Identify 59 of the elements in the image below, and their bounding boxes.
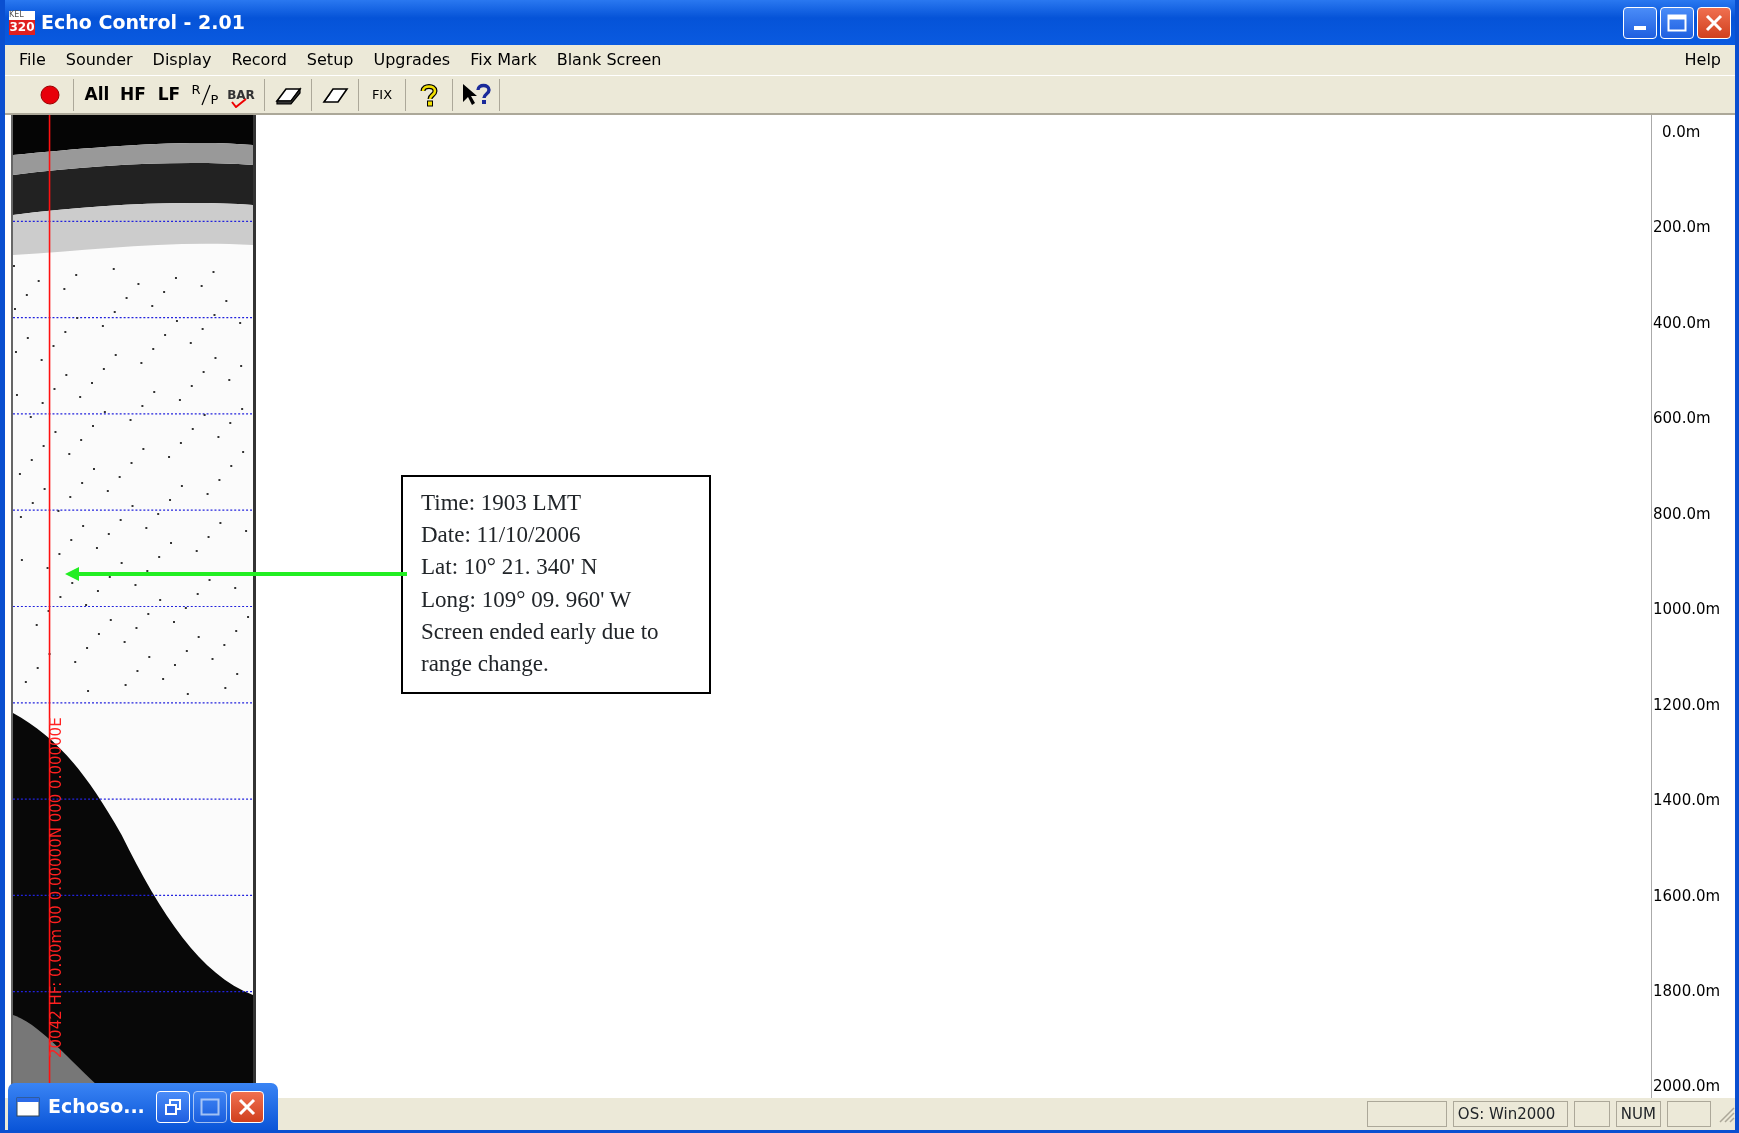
- status-panel: [1573, 1101, 1610, 1127]
- status-panel: [1667, 1101, 1711, 1127]
- minimize-icon: [1634, 25, 1646, 30]
- close-button[interactable]: [1697, 6, 1731, 39]
- maximize-button[interactable]: [192, 1090, 227, 1123]
- minimize-button[interactable]: [1623, 6, 1657, 39]
- window-icon: [16, 1096, 40, 1117]
- depth-label: 800.0m: [1652, 503, 1712, 525]
- depth-label: 1000.0m: [1652, 599, 1722, 621]
- minimized-window[interactable]: Echoso...: [8, 1083, 278, 1130]
- depth-label: 1200.0m: [1652, 694, 1722, 716]
- depth-label: 600.0m: [1652, 408, 1712, 430]
- annotation-line: Date: 11/10/2006: [421, 521, 582, 550]
- depth-label: 1800.0m: [1652, 980, 1722, 1002]
- check-icon: [231, 97, 247, 108]
- toolbar-button[interactable]: HF: [116, 78, 150, 111]
- maximize-icon: [1667, 13, 1687, 32]
- record-icon: [38, 82, 62, 107]
- maximize-icon: [199, 1097, 220, 1116]
- resize-grip-icon[interactable]: [1717, 1105, 1735, 1123]
- annotation-line: Lat: 10° 21. 340' N: [421, 553, 599, 582]
- close-icon: [1705, 13, 1723, 32]
- menu-item[interactable]: Fix Mark: [460, 48, 547, 72]
- annotation-note: Screen ended early due to range change.: [421, 617, 660, 678]
- close-button[interactable]: [229, 1090, 264, 1123]
- restore-icon: [163, 1097, 182, 1116]
- depth-label: 200.0m: [1652, 217, 1712, 239]
- depth-label: 1600.0m: [1652, 885, 1722, 907]
- status-panel: NUM: [1615, 1101, 1661, 1127]
- menu-item[interactable]: Setup: [296, 48, 364, 72]
- window-title: Echoso...: [48, 1094, 145, 1120]
- toolbar-button[interactable]: FIX: [365, 78, 399, 111]
- toolbar-button[interactable]: All: [80, 78, 114, 111]
- annotation-line: Time: 1903 LMT: [421, 489, 583, 517]
- context-help-icon: [461, 81, 491, 108]
- menu-item[interactable]: File: [9, 48, 56, 72]
- restore-button[interactable]: [155, 1090, 190, 1123]
- depth-label: 0.0m: [1661, 122, 1702, 143]
- menu-item[interactable]: Help: [1674, 48, 1731, 72]
- maximize-button[interactable]: [1660, 6, 1694, 39]
- menu-item[interactable]: Sounder: [55, 48, 143, 72]
- menu-item[interactable]: Upgrades: [363, 48, 461, 72]
- menu-item[interactable]: Record: [221, 48, 297, 72]
- slash-icon: [200, 82, 211, 107]
- window-title: Echo Control - 2.01: [41, 10, 245, 36]
- status-panel: OS: Win2000: [1452, 1101, 1568, 1127]
- toolbar-button[interactable]: BAR: [224, 78, 258, 111]
- menu-item[interactable]: Blank Screen: [546, 48, 672, 72]
- echogram-caption: 20042 HF: 0.00m 00 0.00000N 000 0.00000E: [49, 717, 64, 1058]
- close-icon: [237, 1097, 256, 1116]
- icon-number: 320: [9, 19, 35, 35]
- depth-label: 1400.0m: [1652, 790, 1722, 812]
- toolbar-button[interactable]: LF: [152, 78, 186, 111]
- icon-label: KEL: [9, 10, 25, 20]
- menu-item[interactable]: Display: [142, 48, 222, 72]
- toolbar-button[interactable]: R P: [188, 78, 222, 111]
- annotation-line: Long: 109° 09. 960' W: [421, 585, 633, 614]
- depth-label: 2000.0m: [1652, 1076, 1722, 1098]
- depth-label: 400.0m: [1652, 312, 1712, 334]
